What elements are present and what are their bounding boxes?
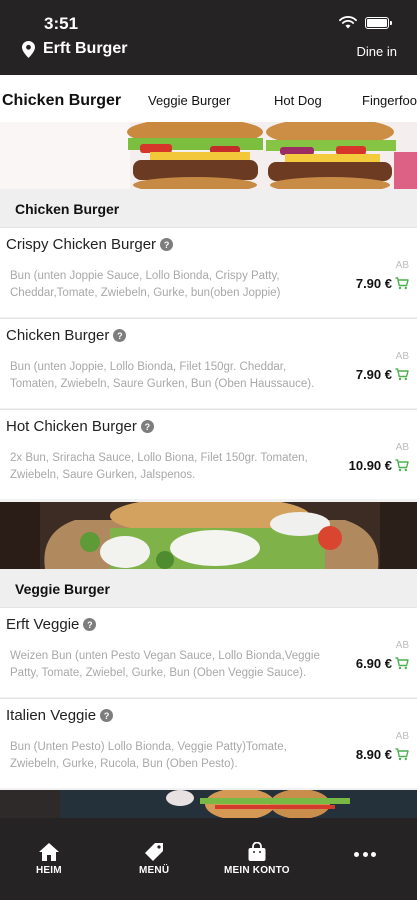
price-prefix: AB	[395, 351, 409, 362]
nav-menu[interactable]: MENÜ	[139, 842, 169, 876]
info-icon[interactable]: ?	[100, 709, 114, 722]
price-row: 6.90 €	[356, 656, 409, 671]
menu-item[interactable]: Italien Veggie ? Bun (Unten Pesto) Lollo…	[0, 698, 417, 788]
item-name: Hot Chicken Burger	[6, 418, 137, 435]
price-prefix: AB	[395, 442, 409, 453]
menu-item[interactable]: Hot Chicken Burger ? 2x Bun, Sriracha Sa…	[0, 409, 417, 499]
tab-fingerfood[interactable]: Fingerfood	[362, 93, 417, 108]
item-name-row: Italien Veggie ?	[6, 707, 114, 724]
chicken-burger-banner	[0, 122, 417, 189]
item-description: Bun (unten Joppie, Lollo Bionda, Filet 1…	[10, 361, 315, 390]
burger-photo	[0, 122, 417, 189]
item-name-row: Crispy Chicken Burger ?	[6, 236, 174, 253]
price-prefix: AB	[395, 731, 409, 742]
section-title: Chicken Burger	[15, 201, 120, 217]
info-icon[interactable]: ?	[113, 329, 127, 342]
price-row: 7.90 €	[356, 367, 409, 382]
more-icon[interactable]	[354, 852, 376, 858]
item-name: Erft Veggie	[6, 616, 80, 633]
item-description: Weizen Bun (unten Pesto Vegan Sauce, Lol…	[10, 650, 320, 679]
bag-icon	[248, 842, 266, 861]
tab-hot-dog[interactable]: Hot Dog	[274, 93, 322, 108]
item-description: Bun (unten Joppie Sauce, Lollo Bionda, C…	[10, 270, 281, 299]
order-mode-toggle[interactable]: Dine in	[357, 44, 397, 59]
item-name-row: Hot Chicken Burger ?	[6, 418, 154, 435]
price-row: 8.90 €	[356, 747, 409, 762]
price-row: 7.90 €	[356, 276, 409, 291]
home-icon	[38, 843, 59, 861]
item-price: 7.90 €	[355, 276, 392, 291]
status-icons	[339, 16, 392, 29]
section-header-veggie-burger: Veggie Burger	[0, 569, 417, 607]
add-to-cart-icon[interactable]	[395, 748, 409, 761]
item-name: Chicken Burger	[6, 327, 110, 344]
price-prefix: AB	[395, 260, 409, 271]
battery-icon	[365, 16, 392, 29]
item-price: 7.90 €	[355, 367, 392, 382]
add-to-cart-icon[interactable]	[395, 277, 409, 290]
item-description: 2x Bun, Sriracha Sauce, Lollo Biona, Fil…	[10, 452, 308, 481]
store-selector[interactable]: Erft Burger	[22, 40, 127, 58]
tab-veggie-burger[interactable]: Veggie Burger	[148, 93, 230, 108]
info-icon[interactable]: ?	[160, 238, 174, 251]
bottom-navigation: HEIM MENÜ MEIN KONTO	[0, 818, 417, 900]
veggie-burger-photo	[0, 502, 417, 569]
section-title: Veggie Burger	[15, 581, 110, 597]
hot-dog-photo	[0, 790, 417, 818]
item-price: 8.90 €	[355, 747, 392, 762]
item-price: 10.90 €	[348, 458, 392, 473]
add-to-cart-icon[interactable]	[395, 368, 409, 381]
wifi-icon	[339, 16, 357, 29]
section-header-chicken-burger: Chicken Burger	[0, 189, 417, 227]
nav-label: MEIN KONTO	[224, 865, 290, 876]
info-icon[interactable]: ?	[83, 618, 97, 631]
menu-item[interactable]: Erft Veggie ? Weizen Bun (unten Pesto Ve…	[0, 607, 417, 697]
info-icon[interactable]: ?	[140, 420, 154, 433]
store-name: Erft Burger	[43, 40, 128, 57]
tab-chicken-burger[interactable]: Chicken Burger	[2, 92, 121, 110]
app-header: 3:51 Erft Burger Dine in	[0, 0, 417, 75]
nav-label: HEIM	[36, 865, 62, 876]
status-time: 3:51	[44, 14, 79, 33]
category-tabs: Chicken Burger Veggie Burger Hot Dog Fin…	[0, 75, 417, 122]
item-name: Crispy Chicken Burger	[6, 236, 157, 253]
menu-item[interactable]: Chicken Burger ? Bun (unten Joppie, Loll…	[0, 318, 417, 408]
item-name-row: Erft Veggie ?	[6, 616, 97, 633]
nav-account[interactable]: MEIN KONTO	[224, 842, 290, 876]
item-price: 6.90 €	[355, 656, 392, 671]
tag-icon	[145, 843, 164, 861]
add-to-cart-icon[interactable]	[395, 459, 409, 472]
item-description: Bun (Unten Pesto) Lollo Bionda, Veggie P…	[10, 741, 287, 770]
price-prefix: AB	[395, 640, 409, 651]
location-pin-icon	[22, 40, 35, 58]
add-to-cart-icon[interactable]	[395, 657, 409, 670]
item-name: Italien Veggie	[6, 707, 97, 724]
hot-dog-banner	[0, 790, 417, 818]
menu-item[interactable]: Crispy Chicken Burger ? Bun (unten Joppi…	[0, 227, 417, 317]
price-row: 10.90 €	[349, 458, 409, 473]
nav-label: MENÜ	[139, 865, 170, 876]
item-name-row: Chicken Burger ?	[6, 327, 127, 344]
veggie-burger-banner	[0, 502, 417, 569]
nav-home[interactable]: HEIM	[36, 842, 62, 876]
